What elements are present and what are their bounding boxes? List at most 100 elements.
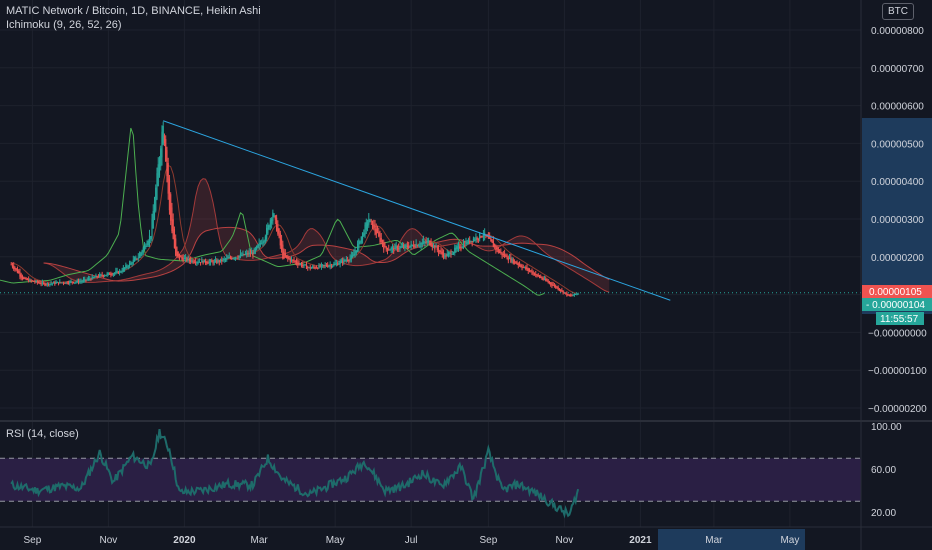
candle-body xyxy=(404,244,406,248)
candle-body xyxy=(472,238,475,242)
price-tick-label: 0.00000800 xyxy=(871,26,924,37)
candle-body xyxy=(401,246,404,248)
candle-body xyxy=(116,270,118,273)
candle-body xyxy=(512,259,514,264)
candle-body xyxy=(338,263,340,265)
candle-body xyxy=(376,231,379,233)
candle-body xyxy=(533,272,536,276)
candle-body xyxy=(56,281,58,284)
candle-body xyxy=(197,262,199,264)
candle-body xyxy=(209,260,212,263)
candle-body xyxy=(11,264,14,267)
candle-body xyxy=(146,243,148,247)
candle-body xyxy=(361,232,364,240)
candle-body xyxy=(304,264,306,266)
candle-body xyxy=(298,263,300,265)
candle-body xyxy=(203,259,205,263)
candle-body xyxy=(251,252,253,254)
candle-body xyxy=(135,257,137,260)
candle-body xyxy=(26,279,29,281)
candle-body xyxy=(231,257,233,260)
candle-body xyxy=(95,275,97,278)
candle-body xyxy=(425,242,427,244)
candle-body xyxy=(323,265,325,267)
candle-body xyxy=(542,278,544,280)
candle-body xyxy=(462,243,465,248)
currency-button[interactable]: BTC xyxy=(882,3,914,20)
candle-body xyxy=(502,254,504,256)
candle-body xyxy=(312,266,314,268)
price-tick-label: 0.00000600 xyxy=(871,102,924,113)
candle-body xyxy=(258,242,260,247)
candle-body xyxy=(570,295,572,297)
candle-body xyxy=(558,288,561,291)
candle-body xyxy=(202,261,204,264)
price-tick-label: −0.00000000 xyxy=(868,328,927,339)
candle-body xyxy=(327,265,329,268)
candle-body xyxy=(450,253,452,255)
indicator-label-rsi[interactable]: RSI (14, close) xyxy=(6,428,79,440)
countdown-value: 11:55:57 xyxy=(880,314,919,325)
candle-body xyxy=(575,293,577,295)
candle-body xyxy=(221,260,223,262)
candle-body xyxy=(178,253,181,259)
chart-title[interactable]: MATIC Network / Bitcoin, 1D, BINANCE, He… xyxy=(6,5,261,17)
candle-body xyxy=(167,163,169,194)
candle-body xyxy=(34,281,36,283)
candle-body xyxy=(432,245,435,247)
candle-body xyxy=(359,241,361,244)
candle-body xyxy=(272,212,274,222)
candle-body xyxy=(259,243,261,245)
candle-body xyxy=(324,265,326,267)
candle-body xyxy=(517,263,519,266)
candle-body xyxy=(430,243,432,247)
candle-body xyxy=(567,294,569,296)
candle-body xyxy=(91,276,93,280)
candle-body xyxy=(552,284,554,286)
candle-body xyxy=(527,268,529,271)
candle-body xyxy=(576,293,578,295)
candle-body xyxy=(92,277,95,279)
price-tick-label: 0.00000500 xyxy=(871,139,924,150)
candle-body xyxy=(337,263,339,266)
candle-body xyxy=(195,262,197,264)
candle-body xyxy=(244,253,247,255)
candle-body xyxy=(371,220,374,229)
time-tick-label: Sep xyxy=(23,535,41,546)
candle-body xyxy=(505,255,507,257)
candle-body xyxy=(439,250,441,253)
candle-body xyxy=(35,280,37,282)
candle-body xyxy=(390,247,392,250)
candle-body xyxy=(302,265,304,267)
candle-body xyxy=(160,148,162,167)
candle-body xyxy=(379,234,381,242)
rsi-tick-label: 100.00 xyxy=(871,422,902,433)
time-tick-label: Nov xyxy=(555,535,573,546)
candle-body xyxy=(561,290,563,292)
candle-body xyxy=(386,247,389,251)
candle-body xyxy=(490,238,492,242)
candle-body xyxy=(183,258,185,260)
candle-body xyxy=(97,276,100,278)
candle-body xyxy=(355,250,357,254)
candle-body xyxy=(126,266,128,268)
candle-body xyxy=(81,281,83,283)
candle-body xyxy=(459,246,461,249)
indicator-label-ichimoku[interactable]: Ichimoku (9, 26, 52, 26) xyxy=(6,19,122,31)
candle-body xyxy=(374,225,376,232)
candle-body xyxy=(238,255,240,258)
candle-body xyxy=(378,232,380,237)
candle-body xyxy=(551,283,553,286)
candle-body xyxy=(449,252,451,254)
candle-body xyxy=(343,259,345,263)
candle-body xyxy=(94,277,96,279)
candle-body xyxy=(426,240,428,243)
candle-body xyxy=(239,253,242,257)
candle-body xyxy=(284,253,286,258)
candle-body xyxy=(409,246,411,248)
candle-body xyxy=(206,261,208,264)
chart-canvas[interactable]: 0.00000800 0.00000700 0.00000600 0.00000500… xyxy=(0,0,932,550)
candle-body xyxy=(353,253,355,257)
candle-body xyxy=(232,258,234,260)
candle-body xyxy=(447,252,450,256)
